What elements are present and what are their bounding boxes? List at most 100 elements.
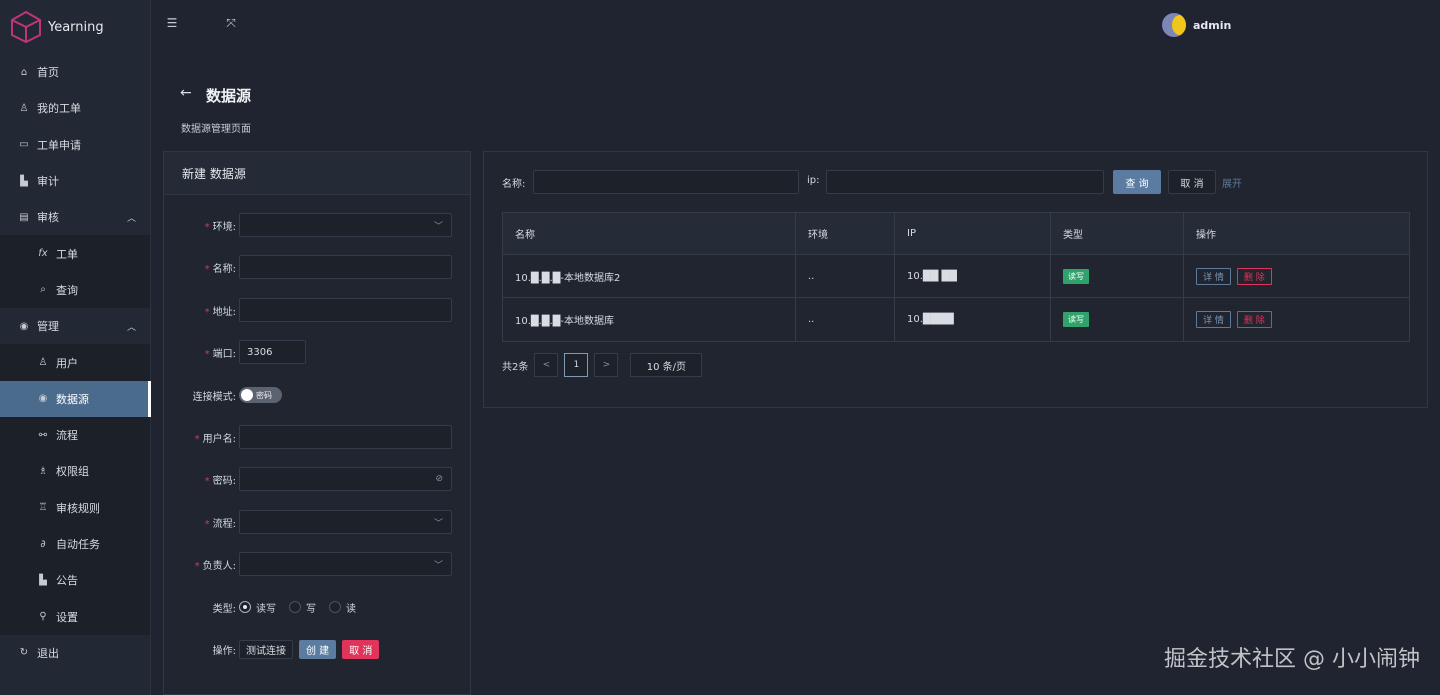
avatar bbox=[1162, 13, 1186, 37]
search-bar: 名称: ip: 查 询 取 消 展开 bbox=[484, 170, 1427, 194]
toggle-knob bbox=[241, 389, 253, 401]
form-title: 新建 数据源 bbox=[164, 152, 470, 195]
sidebar-item-review-query[interactable]: ⌕ 查询 bbox=[0, 271, 150, 309]
flow-label: 流程: bbox=[212, 518, 236, 530]
sidebar-item-users[interactable]: ♙ 用户 bbox=[0, 344, 150, 381]
sidebar-item-label: 工单 bbox=[56, 247, 78, 261]
mode-toggle[interactable]: 密码 bbox=[239, 387, 282, 403]
pagination: 共2条 < 1 > 10 条/页 bbox=[502, 353, 703, 377]
search-ip-input[interactable] bbox=[826, 170, 1104, 194]
chevron-down-icon: ﹀ bbox=[433, 221, 443, 232]
sidebar: Yearning ⌂ 首页 ♙ 我的工单 ▭ 工单申请 ▙ 审计 ▤ 审核 ︿ fx 工单 ⌕… bbox=[0, 0, 151, 695]
sidebar-item-permission-group[interactable]: ♗ 权限组 bbox=[0, 453, 150, 490]
detail-button[interactable]: 详 情 bbox=[1196, 311, 1231, 328]
username-input[interactable] bbox=[239, 425, 452, 449]
column-header[interactable]: 操作 bbox=[1184, 213, 1409, 254]
cell-ip: 10.████ bbox=[895, 298, 1051, 341]
page-number[interactable]: 1 bbox=[564, 353, 589, 377]
chevron-down-icon: ﹀ bbox=[433, 560, 443, 571]
detail-button[interactable]: 详 情 bbox=[1196, 267, 1231, 285]
username-label: 用户名: bbox=[202, 433, 236, 445]
group-icon: ♗ bbox=[38, 465, 48, 477]
sidebar-item-settings[interactable]: ⚲ 设置 bbox=[0, 598, 150, 635]
sidebar-item-label: 我的工单 bbox=[37, 102, 81, 116]
sidebar-item-home[interactable]: ⌂ 首页 bbox=[0, 54, 150, 90]
logo[interactable]: Yearning bbox=[9, 10, 104, 44]
delete-button[interactable]: 删 除 bbox=[1236, 267, 1272, 285]
cell-name: 10.█.█.█-本地数据库2 bbox=[503, 255, 796, 297]
port-input[interactable]: 3306 bbox=[239, 340, 306, 364]
sidebar-item-label: 查询 bbox=[56, 283, 78, 297]
query-button[interactable]: 查 询 bbox=[1113, 170, 1161, 194]
env-select[interactable]: ﹀ bbox=[239, 213, 452, 237]
chart-icon: ▙ bbox=[20, 175, 28, 187]
search-cancel-button[interactable]: 取 消 bbox=[1168, 170, 1216, 194]
form-actions: 测试连接 创 建 取 消 bbox=[239, 639, 385, 659]
sidebar-item-my-orders[interactable]: ♙ 我的工单 bbox=[0, 90, 150, 126]
form-row-type: 类型: 读写 写 读 bbox=[164, 595, 470, 619]
datasource-list-panel: 名称: ip: 查 询 取 消 展开 名称 环境 IP 类型 操作 10.█.█… bbox=[483, 151, 1428, 408]
back-arrow-icon[interactable]: ← bbox=[180, 85, 192, 101]
sidebar-item-datasource[interactable]: ◉ 数据源 bbox=[0, 380, 151, 418]
expand-link[interactable]: 展开 bbox=[1222, 175, 1242, 190]
prev-page-icon[interactable]: < bbox=[534, 353, 559, 377]
sidebar-item-audit-log[interactable]: ▙ 审计 bbox=[0, 163, 150, 199]
name-input[interactable] bbox=[239, 255, 452, 279]
password-input[interactable]: ⊘ bbox=[239, 467, 452, 491]
paperclip-icon: ∂ bbox=[40, 538, 46, 550]
eye-off-icon[interactable]: ⊘ bbox=[435, 474, 443, 484]
type-radio-read[interactable]: 读 bbox=[329, 600, 356, 615]
page-size-select[interactable]: 10 条/页 bbox=[630, 353, 703, 377]
cancel-button[interactable]: 取 消 bbox=[342, 639, 380, 659]
sidebar-item-review-orders[interactable]: fx 工单 bbox=[0, 235, 150, 272]
next-page-icon[interactable]: > bbox=[594, 353, 619, 377]
sidebar-item-logout[interactable]: ↻ 退出 bbox=[0, 635, 150, 671]
form-row-password: * 密码: ⊘ bbox=[164, 467, 470, 491]
sidebar-item-label: 审核 bbox=[37, 211, 59, 225]
search-icon: ⌕ bbox=[40, 284, 46, 296]
sidebar-item-auto-task[interactable]: ∂ 自动任务 bbox=[0, 525, 150, 563]
flow-icon: ⚯ bbox=[38, 429, 48, 441]
search-name-input[interactable] bbox=[533, 170, 799, 194]
delete-button[interactable]: 删 除 bbox=[1236, 311, 1272, 328]
sidebar-item-notice[interactable]: ▙ 公告 bbox=[0, 562, 150, 599]
test-connection-button[interactable]: 测试连接 bbox=[239, 639, 293, 659]
user-name: admin bbox=[1193, 18, 1232, 32]
addr-input[interactable] bbox=[239, 298, 452, 322]
fx-icon: fx bbox=[38, 248, 48, 260]
rule-icon: ♖ bbox=[38, 502, 48, 514]
column-header[interactable]: IP bbox=[895, 213, 1051, 254]
op-label: 操作: bbox=[212, 645, 236, 657]
sidebar-item-label: 设置 bbox=[56, 610, 78, 624]
owner-select[interactable]: ﹀ bbox=[239, 552, 452, 576]
cell-env: .. bbox=[796, 298, 895, 341]
search-name-label: 名称: bbox=[502, 179, 526, 190]
type-radio-write[interactable]: 写 bbox=[289, 600, 316, 615]
sidebar-item-label: 审核规则 bbox=[56, 501, 100, 515]
type-radio-group: 读写 写 读 bbox=[239, 600, 369, 615]
sidebar-nav: ⌂ 首页 ♙ 我的工单 ▭ 工单申请 ▙ 审计 ▤ 审核 ︿ fx 工单 ⌕ 查询 ◉ 管理 ︿ ♙… bbox=[0, 54, 151, 671]
flow-select[interactable]: ﹀ bbox=[239, 510, 452, 534]
user-menu[interactable]: admin bbox=[1162, 13, 1231, 37]
sidebar-item-manage[interactable]: ◉ 管理 ︿ bbox=[0, 308, 150, 344]
menu-collapse-icon[interactable]: ☰ bbox=[164, 15, 180, 31]
column-header[interactable]: 类型 bbox=[1051, 213, 1184, 254]
sidebar-item-label: 审计 bbox=[37, 175, 59, 189]
monitor-icon: ▭ bbox=[19, 139, 29, 151]
sidebar-item-flow[interactable]: ⚯ 流程 bbox=[0, 416, 150, 454]
column-header[interactable]: 环境 bbox=[796, 213, 895, 254]
fullscreen-icon[interactable]: ⤧ bbox=[223, 15, 239, 31]
sidebar-item-label: 权限组 bbox=[56, 465, 89, 479]
user-icon: ♙ bbox=[19, 102, 29, 114]
sidebar-item-order-apply[interactable]: ▭ 工单申请 bbox=[0, 127, 150, 163]
sidebar-item-review-rules[interactable]: ♖ 审核规则 bbox=[0, 489, 150, 526]
sidebar-item-label: 公告 bbox=[56, 574, 78, 588]
user-icon: ♙ bbox=[38, 357, 48, 369]
sidebar-item-review[interactable]: ▤ 审核 ︿ bbox=[0, 199, 150, 235]
type-radio-rw[interactable]: 读写 bbox=[239, 600, 276, 615]
column-header[interactable]: 名称 bbox=[503, 213, 796, 254]
cell-env: .. bbox=[796, 255, 895, 297]
form-row-name: * 名称: bbox=[164, 255, 470, 279]
addr-label: 地址: bbox=[212, 306, 236, 318]
create-button[interactable]: 创 建 bbox=[299, 639, 337, 659]
